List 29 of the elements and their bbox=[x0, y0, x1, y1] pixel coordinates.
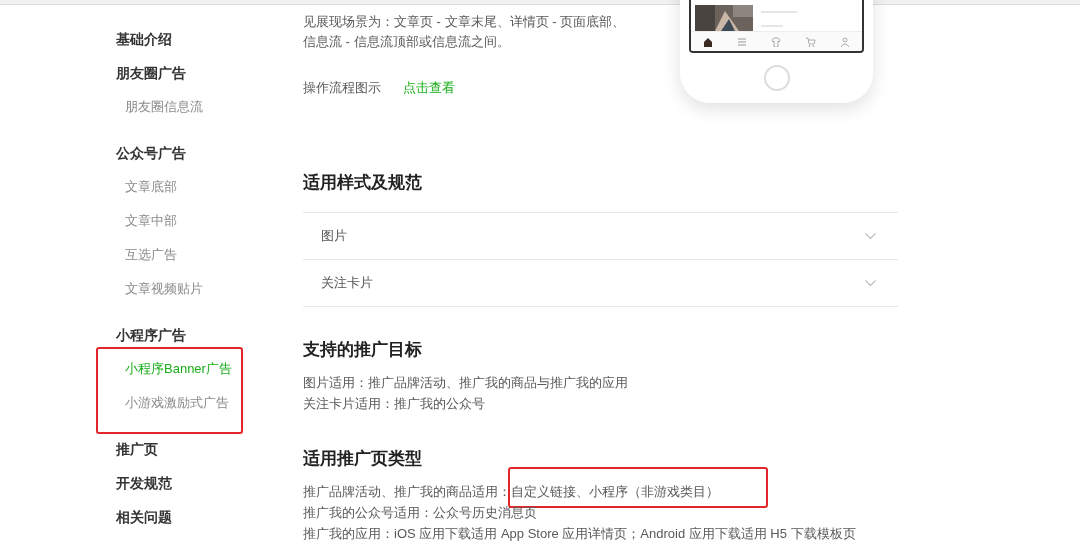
sidebar-heading[interactable]: 相关问题 bbox=[116, 500, 303, 534]
sidebar-item[interactable]: 文章视频贴片 bbox=[116, 272, 303, 306]
sidebar-item[interactable]: 小游戏激励式广告 bbox=[116, 386, 303, 420]
accordion-header[interactable]: 图片 bbox=[303, 213, 898, 260]
body-text: 关注卡片适用：推广我的公众号 bbox=[303, 395, 485, 413]
body-text: 图片适用：推广品牌活动、推广我的商品与推广我的应用 bbox=[303, 374, 628, 392]
sidebar-heading[interactable]: 朋友圈广告 bbox=[116, 56, 303, 90]
body-text: 推广品牌活动、推广我的商品适用： bbox=[303, 483, 511, 501]
body-text: 推广我的应用：iOS 应用下载适用 App Store 应用详情页；Android 应用下载适用 H5 下载模板页 bbox=[303, 525, 856, 543]
sidebar-item[interactable]: 文章底部 bbox=[116, 170, 303, 204]
accordion-header[interactable]: 关注卡片 bbox=[303, 260, 898, 307]
sidebar-heading[interactable]: 基础介绍 bbox=[116, 22, 303, 56]
sidebar-heading[interactable]: 开发规范 bbox=[116, 466, 303, 500]
section-heading: 支持的推广目标 bbox=[303, 339, 423, 361]
sidebar-heading[interactable]: 小程序广告 bbox=[116, 318, 303, 352]
body-text: 见展现场景为：文章页 - 文章末尾、详情页 - 页面底部、 bbox=[303, 13, 626, 31]
highlighted-text: 自定义链接、小程序（非游戏类目） bbox=[511, 483, 719, 501]
section-heading: 适用样式及规范 bbox=[303, 172, 423, 194]
chevron-icon bbox=[865, 279, 876, 287]
flow-label: 操作流程图示 bbox=[303, 79, 381, 97]
section-heading: 适用推广页类型 bbox=[303, 448, 423, 470]
chevron-icon bbox=[865, 232, 876, 240]
sidebar-item[interactable]: 朋友圈信息流 bbox=[116, 90, 303, 124]
sidebar-item[interactable]: 文章中部 bbox=[116, 204, 303, 238]
sidebar-item[interactable]: 互选广告 bbox=[116, 238, 303, 272]
sidebar-heading[interactable]: 公众号广告 bbox=[116, 136, 303, 170]
body-text: 推广我的公众号适用：公众号历史消息页 bbox=[303, 504, 537, 522]
sidebar-heading[interactable]: 推广页 bbox=[116, 432, 303, 466]
body-text: 信息流 - 信息流顶部或信息流之间。 bbox=[303, 33, 511, 51]
